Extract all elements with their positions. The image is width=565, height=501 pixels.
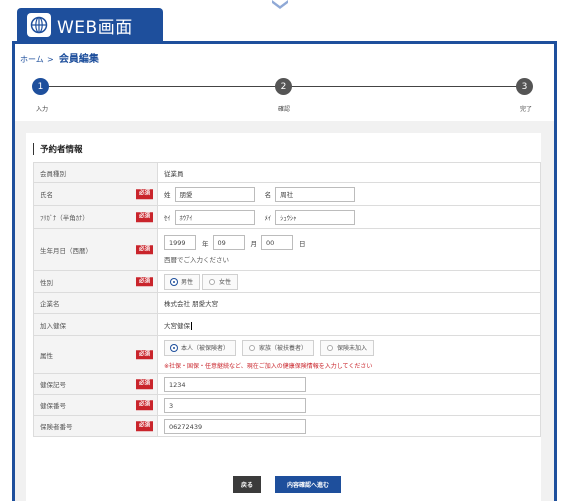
required-badge: 必須 <box>135 400 153 410</box>
required-badge: 必須 <box>135 421 153 431</box>
value-member-type: 従業員 <box>157 162 541 183</box>
breadcrumb-separator: > <box>46 55 54 64</box>
step-1-label: 入力 <box>36 106 49 113</box>
label-insurance-number: 健保番号 <box>40 402 66 410</box>
row-kana: ﾌﾘｶﾞﾅ（半角ｶﾅ） 必須 ｾｲ ﾎｳｱｲ ﾒｲ ｼｭｳｼｬ <box>33 205 541 229</box>
required-badge: 必須 <box>135 212 153 222</box>
birth-month-input[interactable]: 09 <box>212 235 245 250</box>
relation-option-self[interactable]: 本人（被保険者） <box>164 339 237 356</box>
chevron-down-icon <box>272 0 288 9</box>
relation-option-uninsured[interactable]: 保険未加入 <box>320 339 375 356</box>
row-birthdate: 生年月日（西暦） 必須 1999 年 09 月 00 日 西暦でご入力ください <box>33 228 541 271</box>
required-badge: 必須 <box>135 379 153 389</box>
label-company: 企業名 <box>33 292 158 314</box>
back-button[interactable]: 戻る <box>233 476 261 493</box>
radio-icon <box>209 278 216 285</box>
gender-option-female[interactable]: 女性 <box>202 273 239 290</box>
section-title: 予約者情報 <box>33 143 83 155</box>
relation-note: ※社保・国保・任意継続など、現在ご加入の健康保険情報を入力してください <box>164 362 373 370</box>
text-cursor <box>191 321 192 330</box>
step-2-circle: 2 <box>275 78 292 95</box>
row-insurance-symbol: 健保記号 必須 1234 <box>33 373 541 395</box>
insurer-number-input[interactable]: 06272439 <box>164 418 306 434</box>
row-member-type: 会員種別 従業員 <box>33 162 541 183</box>
label-member-type: 会員種別 <box>33 162 158 183</box>
label-insurance: 加入健保 <box>33 313 158 336</box>
radio-selected-icon <box>171 344 177 351</box>
insurance-input[interactable]: 大宮健保 <box>164 322 190 330</box>
web-screen-tab: WEB画面 <box>17 8 163 42</box>
breadcrumb: ホーム > 会員編集 <box>20 50 99 65</box>
day-unit: 日 <box>299 239 306 248</box>
insurance-number-input[interactable]: 3 <box>164 397 306 413</box>
birthdate-hint: 西暦でご入力ください <box>164 256 229 264</box>
step-3-label: 完了 <box>520 106 533 113</box>
value-company: 株式会社 朋愛大宮 <box>157 292 541 314</box>
year-unit: 年 <box>202 239 209 248</box>
birth-year-input[interactable]: 1999 <box>164 235 196 250</box>
label-relation: 属性 <box>40 351 53 360</box>
breadcrumb-home-link[interactable]: ホーム <box>20 55 44 64</box>
row-name: 氏名 必須 姓朋愛 名周社 <box>33 182 541 206</box>
page-title: 会員編集 <box>58 54 99 65</box>
insurance-symbol-input[interactable]: 1234 <box>164 376 306 392</box>
last-name-kana-input[interactable]: ﾎｳｱｲ <box>174 209 255 225</box>
row-insurance: 加入健保 大宮健保 <box>33 313 541 336</box>
label-birthdate: 生年月日（西暦） <box>40 246 92 255</box>
label-insurer-number: 保険者番号 <box>40 423 73 431</box>
required-badge: 必須 <box>135 349 153 360</box>
sei-label: 姓 <box>164 191 171 199</box>
required-badge: 必須 <box>135 244 153 255</box>
mei-kana-label: ﾒｲ <box>264 214 272 222</box>
sei-kana-label: ｾｲ <box>164 214 171 222</box>
row-company: 企業名 株式会社 朋愛大宮 <box>33 292 541 314</box>
confirm-button[interactable]: 内容確認へ進む <box>275 476 341 493</box>
required-badge: 必須 <box>135 276 153 287</box>
relation-option-family[interactable]: 家族（被扶養者） <box>242 339 315 356</box>
globe-icon <box>27 13 51 37</box>
required-badge: 必須 <box>135 189 153 199</box>
month-unit: 月 <box>250 239 258 248</box>
tab-label: WEB画面 <box>57 17 133 38</box>
radio-icon <box>249 344 256 351</box>
first-name-input[interactable]: 周社 <box>275 186 356 202</box>
label-kana: ﾌﾘｶﾞﾅ（半角ｶﾅ） <box>40 214 89 222</box>
label-gender: 性別 <box>40 278 53 287</box>
row-relation: 属性 必須 本人（被保険者） 家族（被扶養者） 保険未加入 ※社保・国保・任意継続な… <box>33 335 541 374</box>
step-1-circle: 1 <box>32 78 49 95</box>
label-name: 氏名 <box>40 191 53 199</box>
step-3-circle: 3 <box>516 78 533 95</box>
label-insurance-symbol: 健保記号 <box>40 381 66 389</box>
mei-label: 名 <box>264 191 272 199</box>
radio-icon <box>327 344 334 351</box>
first-name-kana-input[interactable]: ｼｭｳｼｬ <box>275 209 356 225</box>
member-form-table: 会員種別 従業員 氏名 必須 姓朋愛 名周社 ﾌﾘｶﾞﾅ（半角ｶﾅ） 必須 ｾｲ… <box>33 162 541 437</box>
gender-option-male[interactable]: 男性 <box>164 273 201 290</box>
birth-day-input[interactable]: 00 <box>261 235 293 250</box>
radio-selected-icon <box>171 278 177 285</box>
row-insurer-number: 保険者番号 必須 06272439 <box>33 415 541 437</box>
row-insurance-number: 健保番号 必須 3 <box>33 394 541 416</box>
step-2-label: 確認 <box>278 106 291 113</box>
last-name-input[interactable]: 朋愛 <box>174 186 255 202</box>
row-gender: 性別 必須 男性 女性 <box>33 270 541 293</box>
